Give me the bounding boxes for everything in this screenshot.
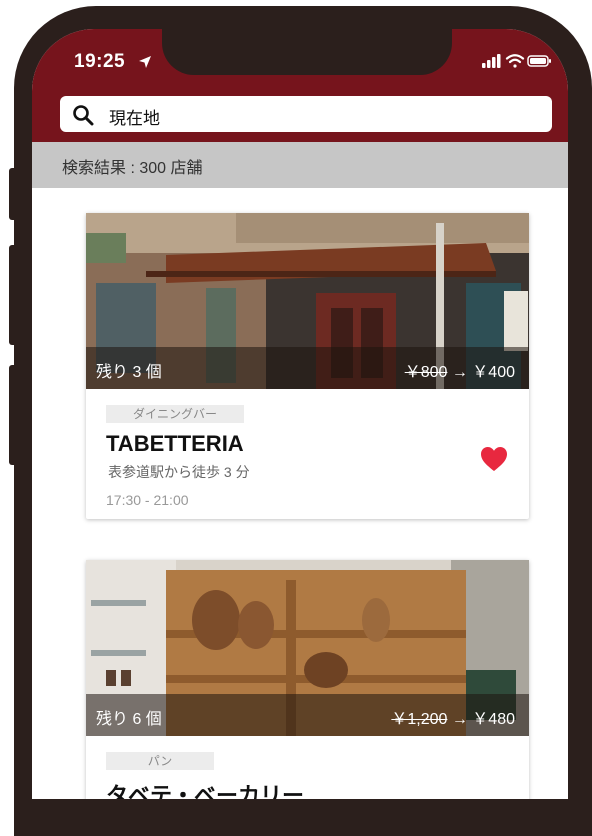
signal-icon — [482, 54, 501, 68]
original-price: ￥800 — [404, 364, 448, 381]
shop-card[interactable]: 残り 6 個 ￥1,200 → ￥480 パン タベテ・ベーカリー — [86, 560, 529, 799]
shop-hours: 17:30 - 21:00 — [106, 492, 189, 508]
status-icons — [482, 54, 551, 68]
original-price: ￥1,200 — [391, 711, 448, 728]
shop-access: 表参道駅から徒歩 3 分 — [108, 464, 250, 480]
remaining-count: 残り 3 個 — [96, 364, 162, 381]
shop-name: TABETTERIA — [106, 431, 244, 456]
status-time: 19:25 — [74, 51, 126, 72]
results-bar: 検索結果 : 300 店舗 — [32, 142, 568, 188]
notch — [162, 29, 452, 75]
discount-price: ￥480 — [472, 711, 515, 728]
favorite-heart-icon[interactable] — [480, 446, 508, 472]
price: ￥1,200 → ￥480 — [391, 705, 515, 729]
shop-card[interactable]: 残り 3 個 ￥800 → ￥400 ダイニングバー TABETTERIA 表参… — [86, 213, 529, 519]
battery-icon — [527, 55, 551, 67]
category-tag: パン — [106, 752, 214, 770]
search-icon — [73, 105, 94, 126]
price-arrow: → — [451, 364, 468, 381]
discount-price: ￥400 — [472, 364, 515, 381]
price-arrow: → — [451, 711, 468, 728]
wifi-icon — [505, 54, 525, 68]
shop-name: タベテ・ベーカリー — [106, 783, 305, 799]
phone-screen: 19:25 現在地 検索結果: 300 店舗 残り 3 個 ￥800 → ￥4… — [32, 29, 568, 799]
remaining-count: 残り 6 個 — [96, 711, 162, 728]
location-arrow-icon — [139, 56, 151, 68]
app-header: 19:25 現在地 — [32, 29, 568, 142]
search-input[interactable]: 現在地 — [109, 104, 160, 129]
category-tag: ダイニングバー — [106, 405, 244, 423]
price: ￥800 → ￥400 — [405, 358, 515, 382]
results-count: 検索結果 : 300 店舗 — [62, 160, 203, 177]
search-bar[interactable]: 現在地 — [60, 96, 552, 132]
